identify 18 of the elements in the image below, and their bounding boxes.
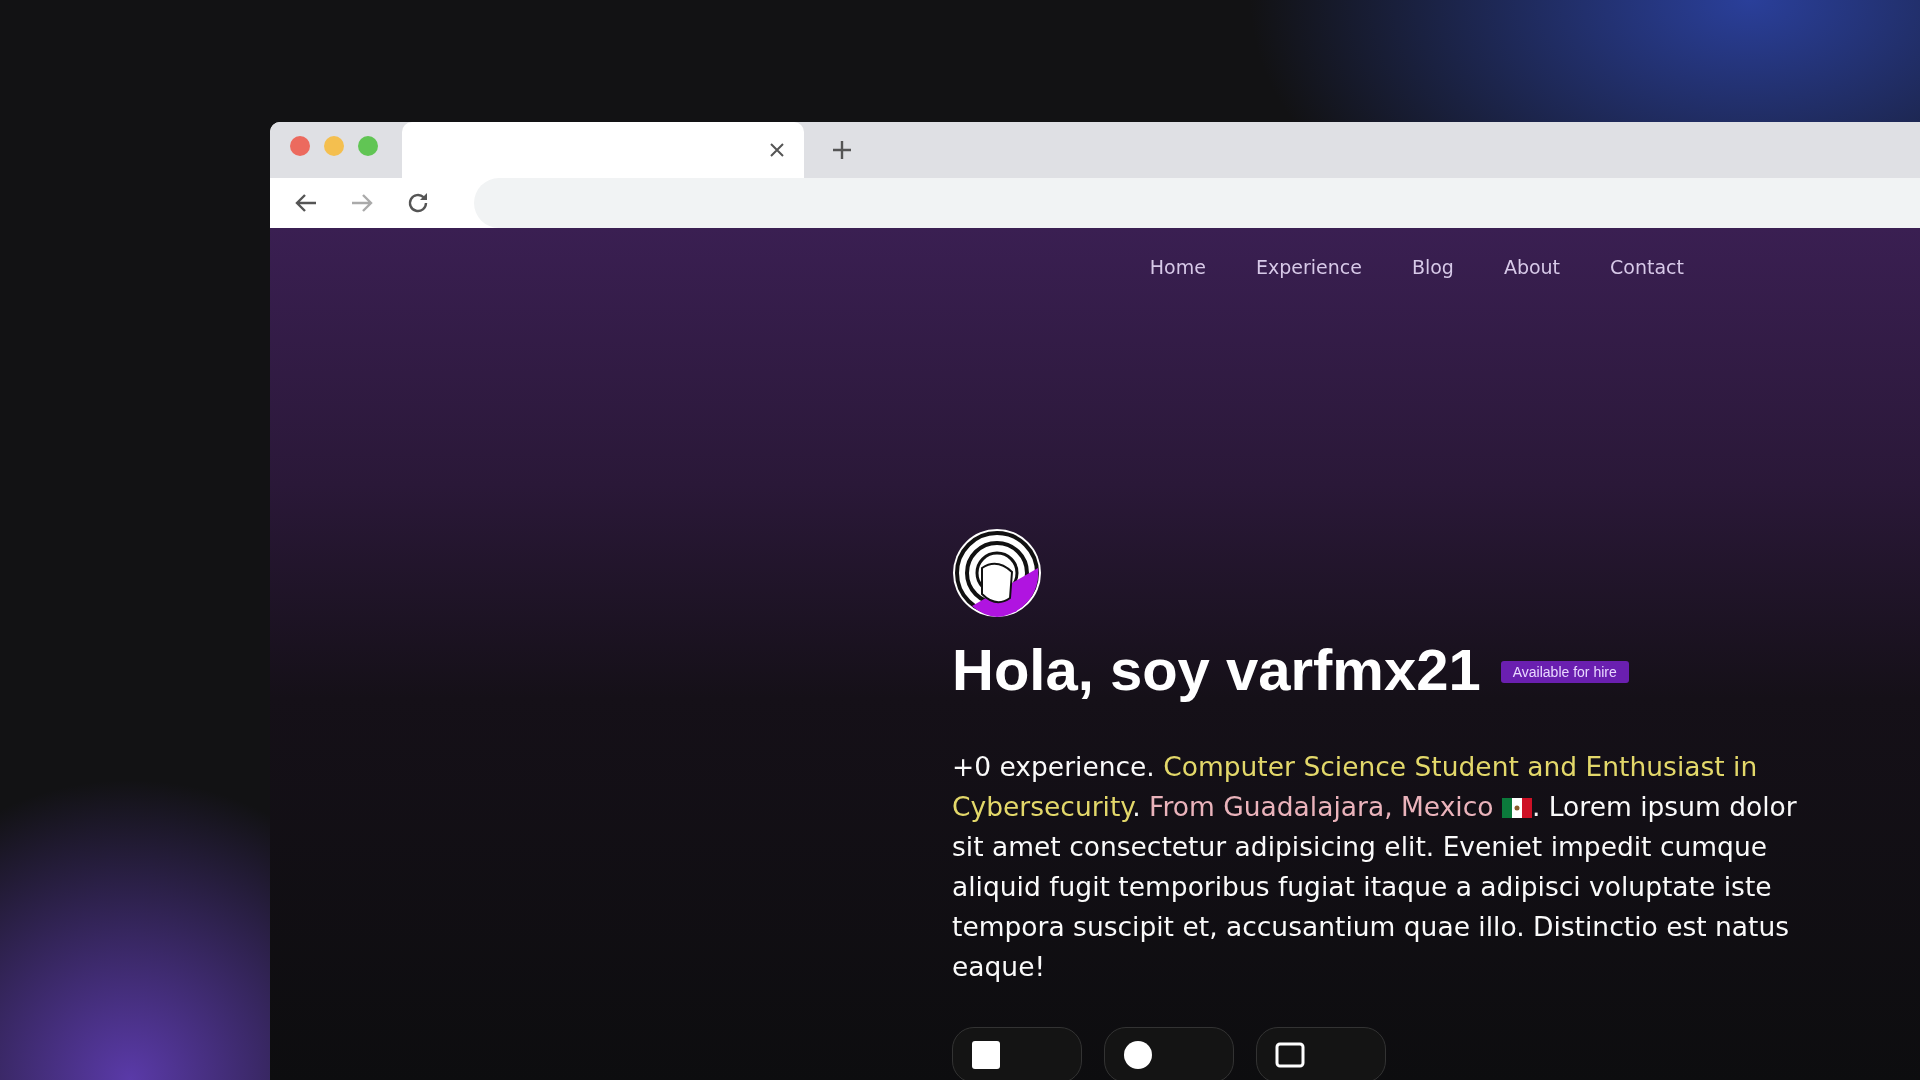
- close-icon[interactable]: [770, 143, 784, 157]
- nav-link[interactable]: Contact: [1610, 256, 1684, 278]
- reload-icon[interactable]: [406, 191, 430, 215]
- hero-heading: Hola, soy varfmx21: [952, 636, 1481, 703]
- envelope-icon: [1275, 1040, 1305, 1070]
- nav-link[interactable]: About: [1503, 256, 1561, 278]
- availability-badge: Available for hire: [1500, 660, 1629, 683]
- mail-link-button[interactable]: [1256, 1027, 1386, 1080]
- nav-link[interactable]: Home: [1149, 256, 1206, 278]
- new-tab-icon[interactable]: [832, 140, 852, 160]
- profile-link-button[interactable]: [952, 1027, 1082, 1080]
- profile-link-button[interactable]: [1104, 1027, 1234, 1080]
- nav-link[interactable]: Blog: [1411, 256, 1454, 278]
- intro-paragraph: +0 experience. Computer Science Student and Enthusiast in Cybersecurity. From Guadalajara, Mexico . Lorem ipsum dolor sit amet consectetur adipisicing elit. Eveniet impedit cumque aliquid fugit temporibus fugiat itaque a adipisci voluptate iste tempora suscipit et, accusantium quae illo. Distinctio est natus eaque!: [952, 750, 1798, 984]
- nav-link[interactable]: Experience: [1255, 256, 1362, 278]
- circle-icon: [1123, 1040, 1153, 1070]
- flag-icon: [1501, 797, 1532, 819]
- square-icon: [971, 1040, 1001, 1070]
